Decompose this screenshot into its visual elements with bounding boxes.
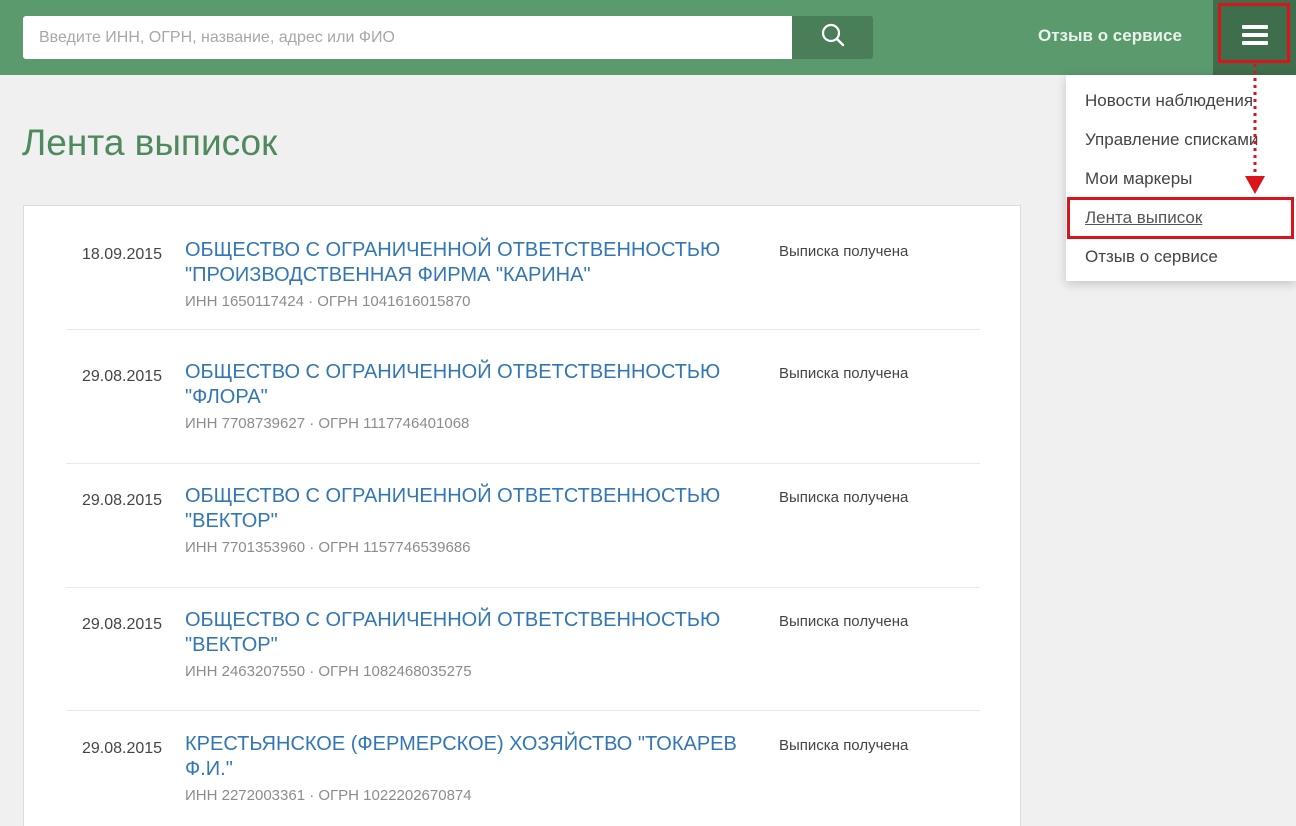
page-title: Лента выписок [22, 122, 278, 163]
menu-item-manage-lists[interactable]: Управление списками [1085, 130, 1258, 150]
search-input[interactable] [23, 16, 792, 59]
company-link[interactable]: ОБЩЕСТВО С ОГРАНИЧЕННОЙ ОТВЕТСТВЕННОСТЬЮ… [185, 484, 775, 534]
status-text: Выписка получена [779, 365, 909, 382]
company-ids: ИНН 7701353960 · ОГРН 1157746539686 [185, 539, 471, 556]
search-button[interactable] [792, 16, 873, 59]
company-link[interactable]: КРЕСТЬЯНСКОЕ (ФЕРМЕРСКОЕ) ХОЗЯЙСТВО "ТОК… [185, 732, 775, 782]
item-date: 29.08.2015 [82, 368, 163, 385]
status-text: Выписка получена [779, 613, 909, 630]
feed-item: 29.08.2015 ОБЩЕСТВО С ОГРАНИЧЕННОЙ ОТВЕТ… [66, 587, 980, 711]
status-text: Выписка получена [779, 737, 909, 754]
feed-item: 29.08.2015 КРЕСТЬЯНСКОЕ (ФЕРМЕРСКОЕ) ХОЗ… [66, 711, 980, 826]
menu-item-feedback[interactable]: Отзыв о сервисе [1085, 247, 1218, 267]
company-ids: ИНН 7708739627 · ОГРН 1117746401068 [185, 415, 470, 432]
hamburger-menu-icon [1241, 24, 1269, 51]
menu-item-watch-news[interactable]: Новости наблюдения [1085, 91, 1253, 111]
feed-item: 29.08.2015 ОБЩЕСТВО С ОГРАНИЧЕННОЙ ОТВЕТ… [66, 464, 980, 588]
main-menu-dropdown: Новости наблюдения Управление списками М… [1066, 75, 1296, 281]
company-ids: ИНН 1650117424 · ОГРН 1041616015870 [185, 293, 471, 310]
company-link[interactable]: ОБЩЕСТВО С ОГРАНИЧЕННОЙ ОТВЕТСТВЕННОСТЬЮ… [185, 360, 775, 410]
company-ids: ИНН 2272003361 · ОГРН 1022202670874 [185, 787, 472, 804]
feed-item: 18.09.2015 ОБЩЕСТВО С ОГРАНИЧЕННОЙ ОТВЕТ… [66, 206, 980, 330]
item-date: 29.08.2015 [82, 740, 163, 757]
menu-button[interactable] [1213, 0, 1296, 75]
company-link[interactable]: ОБЩЕСТВО С ОГРАНИЧЕННОЙ ОТВЕТСТВЕННОСТЬЮ… [185, 608, 775, 658]
item-date: 18.09.2015 [82, 246, 163, 263]
item-date: 29.08.2015 [82, 616, 163, 633]
status-text: Выписка получена [779, 243, 909, 260]
status-text: Выписка получена [779, 489, 909, 506]
top-bar: Отзыв о сервисе [0, 0, 1296, 75]
statement-feed: 18.09.2015 ОБЩЕСТВО С ОГРАНИЧЕННОЙ ОТВЕТ… [23, 205, 1021, 826]
feed-item: 29.08.2015 ОБЩЕСТВО С ОГРАНИЧЕННОЙ ОТВЕТ… [66, 340, 980, 464]
company-ids: ИНН 2463207550 · ОГРН 1082468035275 [185, 663, 472, 680]
menu-item-statement-feed[interactable]: Лента выписок [1085, 208, 1202, 228]
item-date: 29.08.2015 [82, 492, 163, 509]
search-icon [820, 22, 846, 53]
company-link[interactable]: ОБЩЕСТВО С ОГРАНИЧЕННОЙ ОТВЕТСТВЕННОСТЬЮ… [185, 238, 775, 288]
menu-item-my-markers[interactable]: Мои маркеры [1085, 169, 1192, 189]
feedback-link[interactable]: Отзыв о сервисе [1038, 26, 1182, 46]
